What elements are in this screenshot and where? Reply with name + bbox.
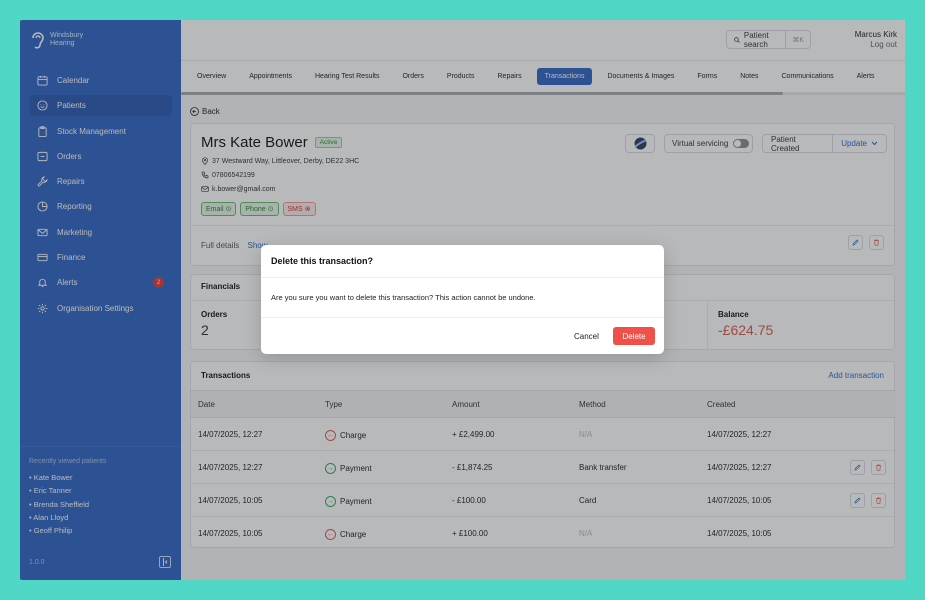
divider — [261, 317, 664, 318]
delete-transaction-dialog: Delete this transaction? Are you sure yo… — [261, 245, 664, 354]
cancel-button[interactable]: Cancel — [566, 327, 607, 345]
dialog-title: Delete this transaction? — [271, 256, 374, 266]
dialog-message: Are you sure you want to delete this tra… — [271, 293, 536, 302]
divider — [261, 277, 664, 278]
delete-button[interactable]: Delete — [613, 327, 655, 345]
app-window: Windsbury Hearing Calendar Patients Stoc… — [20, 20, 905, 580]
